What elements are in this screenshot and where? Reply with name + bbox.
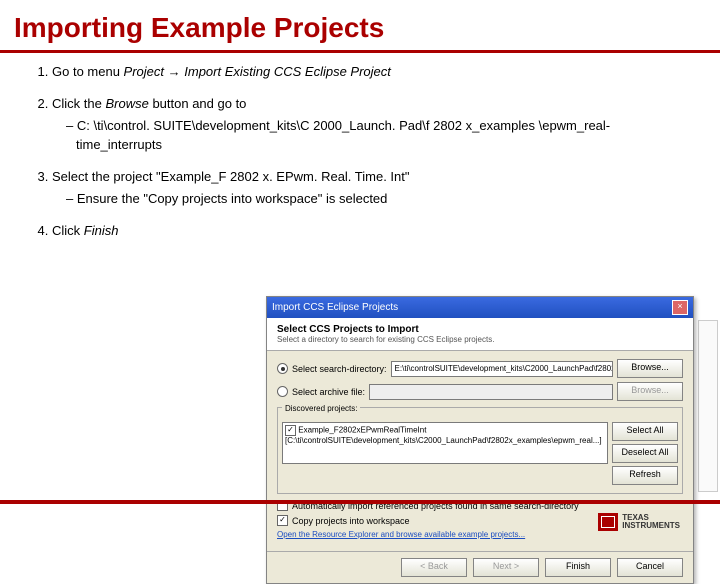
step-text: Go to menu (52, 64, 124, 79)
step-em: Import Existing CCS Eclipse Project (184, 64, 391, 79)
step-1: Go to menu Project → Import Existing CCS… (52, 63, 696, 81)
slide-title: Importing Example Projects (0, 0, 720, 50)
radio-label: Select archive file: (292, 387, 365, 397)
radio-search-dir[interactable] (277, 363, 288, 374)
refresh-button[interactable]: Refresh (612, 466, 678, 485)
archive-path-input (369, 384, 613, 400)
ti-brand-text: TEXAS INSTRUMENTS (622, 514, 680, 530)
back-button: < Back (401, 558, 467, 577)
group-label: Discovered projects: (282, 404, 360, 413)
step-sub: – Ensure the "Copy projects into workspa… (66, 190, 696, 208)
step-em: Project (124, 64, 164, 79)
projects-list[interactable]: Example_F2802xEPwmRealTimeInt [C:\ti\con… (282, 422, 608, 464)
search-path-input[interactable]: E:\ti\controlSUITE\development_kits\C200… (391, 361, 613, 377)
project-checkbox[interactable] (285, 425, 296, 436)
browse-button[interactable]: Browse... (617, 359, 683, 378)
dialog-header: Select CCS Projects to Import Select a d… (267, 318, 693, 351)
dialog-titlebar: Import CCS Eclipse Projects × (267, 297, 693, 318)
steps-list: Go to menu Project → Import Existing CCS… (24, 63, 696, 240)
discovered-group: Discovered projects: Example_F2802xEPwmR… (277, 407, 683, 494)
step-em: Browse (105, 96, 148, 111)
step-text: Select the project "Example_F 2802 x. EP… (52, 169, 410, 184)
slide-footer: TEXAS INSTRUMENTS (0, 500, 720, 540)
step-4: Click Finish (52, 222, 696, 240)
step-em: Finish (84, 223, 119, 238)
title-underline (0, 50, 720, 53)
close-icon[interactable]: × (672, 300, 688, 315)
step-text: Click (52, 223, 84, 238)
brand-line: INSTRUMENTS (622, 522, 680, 530)
side-placeholder (698, 320, 718, 492)
browse-button-disabled: Browse... (617, 382, 683, 401)
step-2: Click the Browse button and go to – C: \… (52, 95, 696, 154)
content-area: Go to menu Project → Import Existing CCS… (0, 63, 720, 240)
project-item[interactable]: Example_F2802xEPwmRealTimeInt [C:\ti\con… (285, 426, 602, 445)
ti-logo: TEXAS INSTRUMENTS (598, 513, 680, 531)
radio-archive[interactable] (277, 386, 288, 397)
finish-button[interactable]: Finish (545, 558, 611, 577)
next-button: Next > (473, 558, 539, 577)
dialog-header-title: Select CCS Projects to Import (277, 324, 683, 335)
step-text: button and go to (149, 96, 247, 111)
step-3: Select the project "Example_F 2802 x. EP… (52, 168, 696, 208)
cancel-button[interactable]: Cancel (617, 558, 683, 577)
radio-label: Select search-directory: (292, 364, 387, 374)
step-text: Click the (52, 96, 105, 111)
dialog-header-sub: Select a directory to search for existin… (277, 335, 683, 344)
step-arrow: → (164, 64, 184, 79)
select-all-button[interactable]: Select All (612, 422, 678, 441)
deselect-all-button[interactable]: Deselect All (612, 444, 678, 463)
step-sub: – C: \ti\control. SUITE\development_kits… (66, 117, 696, 153)
dialog-footer: < Back Next > Finish Cancel (267, 551, 693, 583)
ti-chip-icon (598, 513, 618, 531)
dialog-title: Import CCS Eclipse Projects (272, 302, 398, 313)
import-dialog: Import CCS Eclipse Projects × Select CCS… (266, 296, 694, 584)
